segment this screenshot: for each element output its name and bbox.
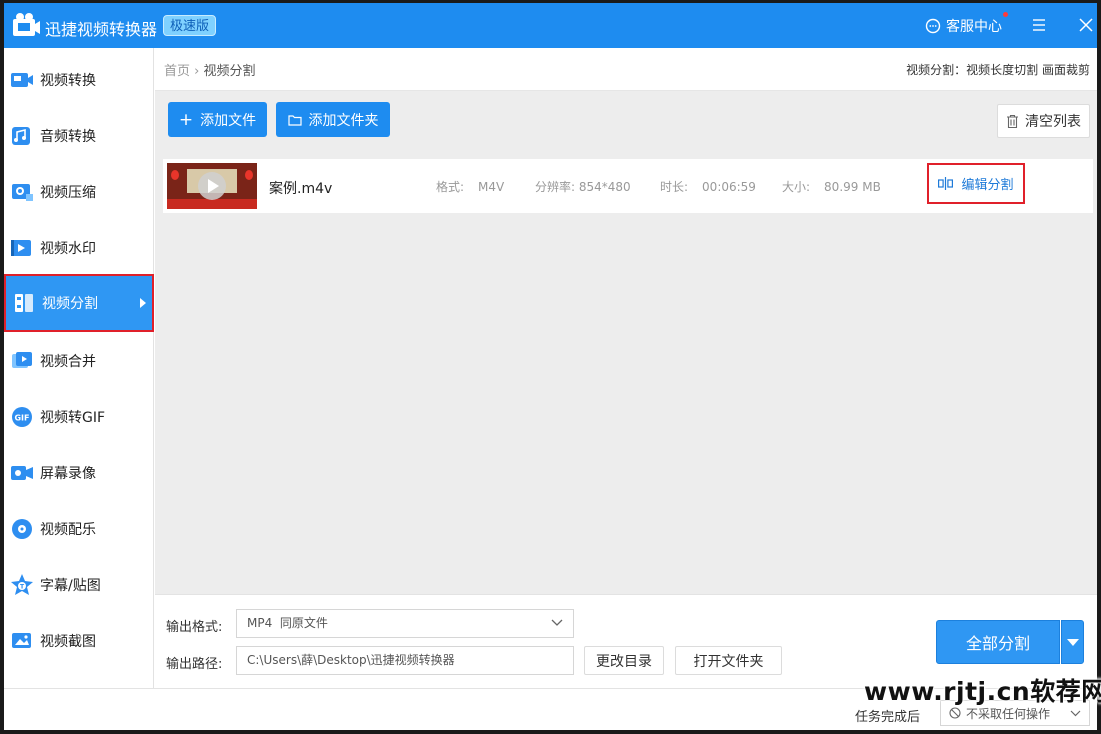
sidebar-item-video-convert[interactable]: 视频转换 (4, 52, 154, 108)
open-folder-button[interactable]: 打开文件夹 (675, 646, 782, 675)
app-title: 迅捷视频转换器 (45, 20, 158, 39)
sidebar-item-label: 视频转GIF (40, 410, 106, 426)
clear-list-button[interactable]: 清空列表 (997, 104, 1090, 138)
file-duration: 时长: 00:06:59 (660, 178, 756, 195)
edit-split-label: 编辑分割 (961, 178, 1014, 193)
sidebar-item-label: 屏幕录像 (40, 466, 96, 482)
sidebar-item-label: 视频水印 (40, 241, 96, 257)
add-folder-label: 添加文件夹 (308, 112, 379, 129)
notification-dot (1003, 12, 1008, 17)
sidebar-item-video-split[interactable]: 视频分割 (4, 274, 154, 332)
support-center-button[interactable]: 客服中心 (925, 12, 1008, 36)
clear-list-label: 清空列表 (1025, 114, 1081, 130)
screenshot-icon (12, 633, 31, 648)
trash-icon (1007, 114, 1018, 128)
audio-convert-icon (12, 127, 30, 145)
file-format: 格式: M4V (436, 178, 504, 195)
feature-description: 视频分割：视频长度切割 画面裁剪 (906, 63, 1090, 77)
file-size: 大小: 80.99 MB (782, 178, 881, 195)
video-compress-icon (12, 184, 33, 201)
sidebar-item-label: 视频合并 (40, 354, 96, 370)
video-convert-icon (11, 73, 33, 87)
video-merge-icon (12, 352, 32, 368)
add-file-button[interactable]: + 添加文件 (168, 102, 267, 137)
subtitle-icon: T (11, 574, 33, 595)
menu-icon[interactable] (1031, 17, 1047, 33)
sidebar-item-video-merge[interactable]: 视频合并 (4, 333, 154, 389)
duration-label: 时长: (660, 180, 689, 194)
chevron-down-icon (1070, 710, 1081, 717)
file-row[interactable]: 案例.m4v 格式: M4V 分辨率: 854*480 时长: 00:06:59 大… (163, 159, 1093, 213)
breadcrumb-bar: 首页 › 视频分割 视频分割：视频长度切割 画面裁剪 (155, 48, 1097, 91)
file-name: 案例.m4v (269, 181, 333, 197)
sidebar-item-audio-convert[interactable]: 音频转换 (4, 108, 154, 164)
chevron-down-icon (551, 619, 563, 626)
sidebar-item-label: 视频截图 (40, 634, 96, 650)
thumbnail-image (167, 163, 257, 209)
app-logo-icon (13, 13, 40, 36)
size-value: 80.99 MB (824, 180, 881, 194)
file-list-area: + 添加文件 添加文件夹 清空列表 案例.m4v 格式: M4V 分辨率: 85… (155, 91, 1097, 594)
output-format-label: 输出格式: (166, 620, 223, 635)
active-arrow-icon (140, 298, 146, 308)
edit-split-button[interactable]: 编辑分割 (927, 163, 1025, 204)
sidebar-item-video-compress[interactable]: 视频压缩 (4, 164, 154, 220)
resolution-label: 分辨率: (535, 180, 576, 194)
duration-value: 00:06:59 (702, 180, 756, 194)
folder-icon (287, 114, 302, 126)
format-value: M4V (478, 180, 505, 194)
output-format-value: MP4 同原文件 (247, 616, 328, 630)
add-folder-button[interactable]: 添加文件夹 (276, 102, 390, 137)
title-bar: 迅捷视频转换器 极速版 客服中心 (4, 3, 1097, 48)
file-resolution: 分辨率: 854*480 (535, 178, 631, 195)
breadcrumb-separator-icon: › (194, 64, 204, 79)
sidebar-item-screenshot[interactable]: 视频截图 (4, 613, 154, 669)
sidebar-item-video-music[interactable]: 视频配乐 (4, 501, 154, 557)
split-options-dropdown[interactable] (1061, 620, 1084, 664)
add-file-label: 添加文件 (200, 112, 257, 129)
support-label: 客服中心 (946, 19, 1002, 35)
video-thumbnail[interactable] (167, 163, 257, 209)
caret-down-icon (1067, 639, 1079, 646)
output-path-field[interactable]: C:\Users\薛\Desktop\迅捷视频转换器 (236, 646, 574, 675)
close-icon[interactable] (1079, 18, 1093, 32)
chat-icon (925, 18, 941, 34)
sidebar-item-video-watermark[interactable]: 视频水印 (4, 220, 154, 276)
format-label: 格式: (436, 180, 465, 194)
breadcrumb-current: 视频分割 (203, 64, 256, 79)
split-all-button[interactable]: 全部分割 (936, 620, 1060, 664)
sidebar-item-label: 视频转换 (40, 73, 96, 89)
sidebar-item-subtitle[interactable]: T 字幕/贴图 (4, 557, 154, 613)
change-directory-button[interactable]: 更改目录 (584, 646, 664, 675)
screen-record-icon (11, 466, 33, 480)
plus-icon: + (178, 109, 194, 130)
sidebar-item-label: 字幕/贴图 (40, 578, 101, 594)
output-path-label: 输出路径: (166, 657, 223, 672)
svg-text:GIF: GIF (14, 414, 29, 423)
sidebar-item-label: 视频压缩 (40, 185, 96, 201)
sidebar: 视频转换 音频转换 视频压缩 视频水印 视频分割 视频合并 GIF 视频转GIF (4, 48, 154, 730)
music-icon (12, 519, 32, 539)
sidebar-item-label: 视频分割 (42, 296, 98, 312)
size-label: 大小: (782, 180, 811, 194)
edition-badge: 极速版 (163, 15, 217, 36)
sidebar-item-video-gif[interactable]: GIF 视频转GIF (4, 389, 154, 445)
after-task-label: 任务完成后 (855, 710, 921, 725)
output-format-select[interactable]: MP4 同原文件 (236, 609, 574, 638)
video-watermark-icon (11, 240, 31, 256)
resolution-value: 854*480 (578, 180, 631, 194)
gif-icon: GIF (12, 407, 32, 427)
site-watermark: www.rjtj.cn软荐网 (864, 677, 1101, 706)
ban-icon (949, 707, 961, 719)
split-icon (938, 177, 954, 190)
video-split-icon (15, 294, 33, 312)
app-window: 迅捷视频转换器 极速版 客服中心 视频转换 音频转换 视频压缩 视频水印 视频分… (4, 3, 1097, 730)
breadcrumb: 首页 › 视频分割 (164, 60, 256, 79)
sidebar-item-label: 音频转换 (40, 129, 96, 145)
sidebar-item-label: 视频配乐 (40, 522, 96, 538)
sidebar-item-screen-record[interactable]: 屏幕录像 (4, 445, 154, 501)
breadcrumb-home[interactable]: 首页 (164, 64, 190, 79)
